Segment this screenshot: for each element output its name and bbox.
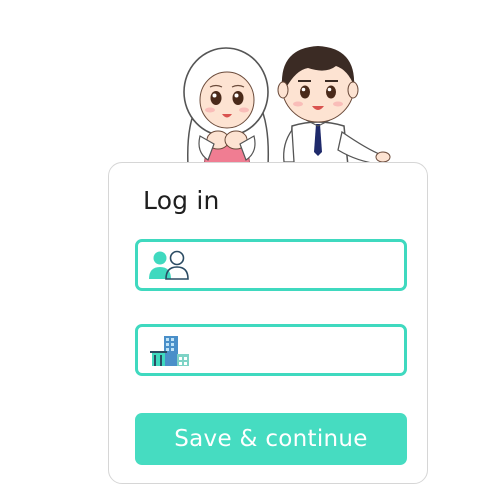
username-field[interactable] xyxy=(135,239,407,291)
username-input[interactable] xyxy=(200,248,402,284)
login-screen: Log in Save & continue xyxy=(0,0,500,500)
boy-mascot xyxy=(277,46,391,166)
girl-mascot xyxy=(183,47,270,166)
mascot-couple-illustration xyxy=(183,46,391,166)
page-title: Log in xyxy=(143,186,220,215)
company-field[interactable] xyxy=(135,324,407,376)
users-icon xyxy=(149,250,189,280)
company-input[interactable] xyxy=(200,333,402,369)
login-card: Log in Save & continue xyxy=(108,162,428,484)
save-continue-button[interactable]: Save & continue xyxy=(135,413,407,465)
building-icon xyxy=(150,336,189,366)
